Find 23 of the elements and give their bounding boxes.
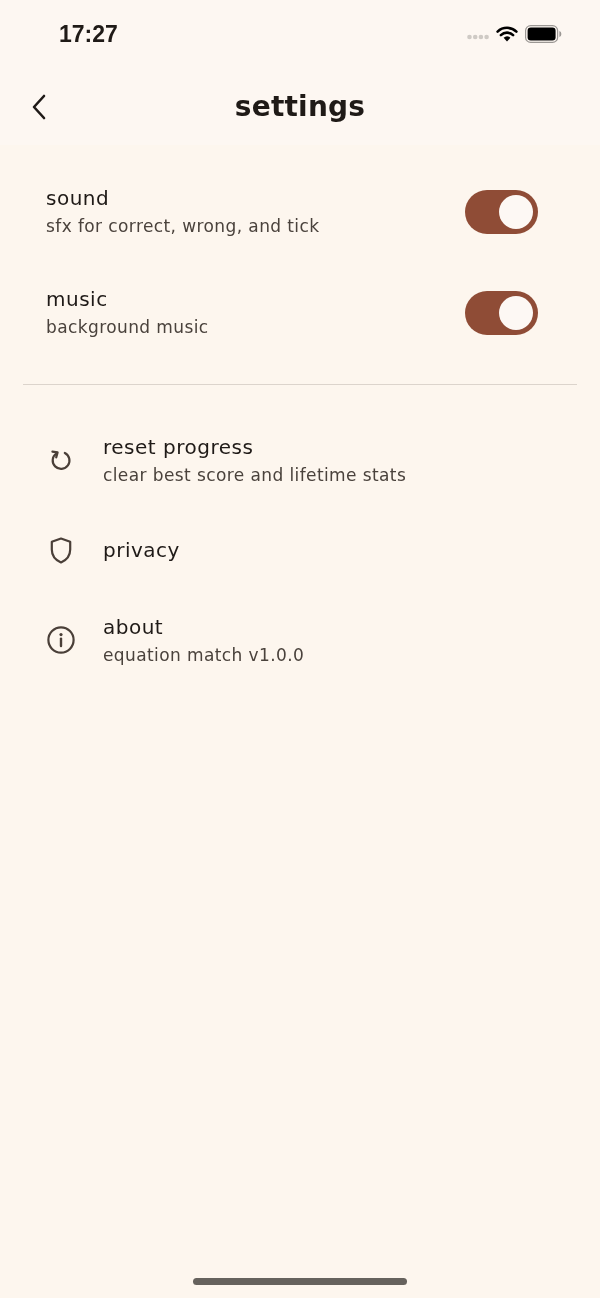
settings-item[interactable]: reset progress clear best score and lifetime stats [0, 415, 600, 505]
settings-item[interactable]: about equation match v1.0.0 [0, 595, 600, 685]
status-time: 17:27 [59, 21, 118, 48]
toggle-switch[interactable] [465, 189, 538, 234]
item-description: clear best score and lifetime stats [103, 463, 407, 486]
chevron-left-icon [32, 94, 46, 120]
item-title: about [103, 614, 165, 639]
item-description: equation match v1.0.0 [103, 643, 305, 666]
wifi-icon [496, 26, 518, 42]
signal-icon [467, 33, 489, 40]
setting-description: sfx for correct, wrong, and tick [46, 215, 320, 237]
item-title: privacy [103, 538, 180, 562]
battery-icon [525, 25, 562, 43]
settings-item[interactable]: privacy [0, 505, 600, 595]
page-title: settings [234, 90, 366, 123]
refresh-icon [49, 447, 73, 473]
setting-title: music [46, 287, 109, 311]
item-title: reset progress [103, 434, 255, 459]
setting-title: sound [46, 186, 111, 210]
info-icon [47, 626, 75, 654]
toggle-switch[interactable] [465, 290, 538, 335]
shield-icon [50, 536, 72, 564]
setting-description: background music [46, 316, 209, 338]
